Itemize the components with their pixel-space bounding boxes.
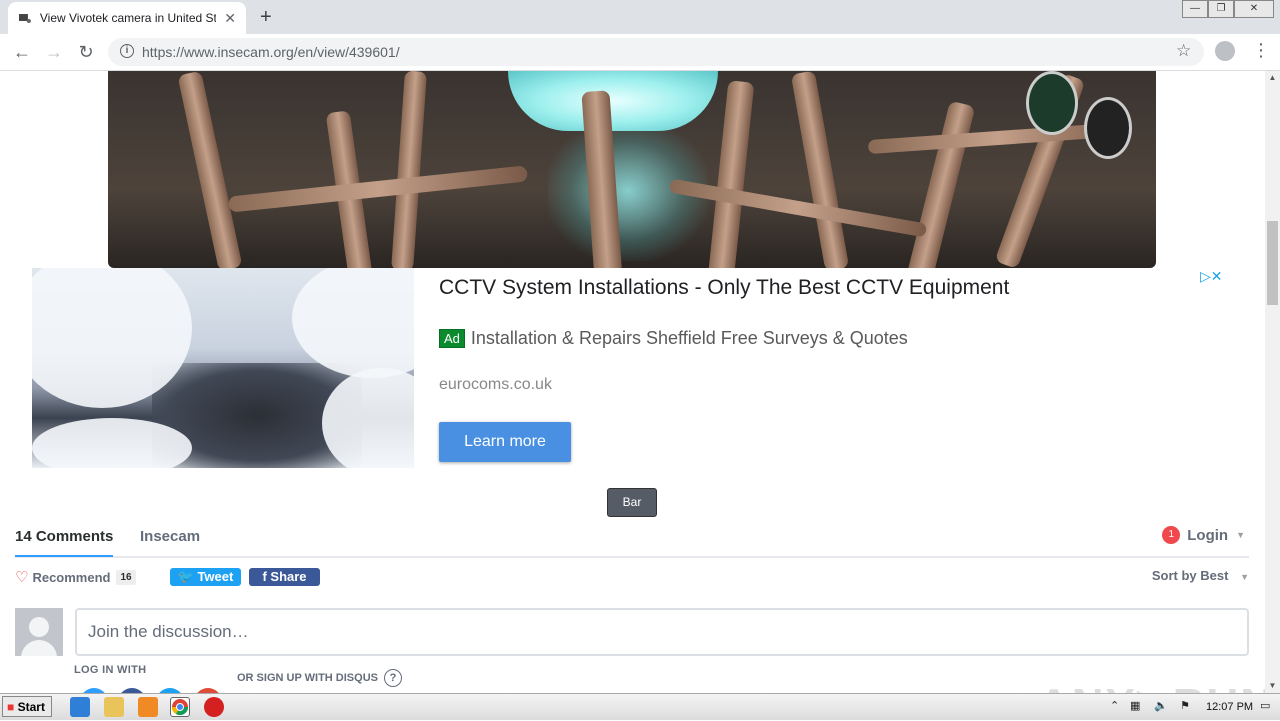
help-icon[interactable]: ?	[383, 669, 402, 687]
tweet-button[interactable]: 🐦 Tweet	[170, 568, 241, 586]
adchoices-icon[interactable]: ▷✕	[1200, 268, 1223, 285]
file-explorer-icon[interactable]	[104, 697, 124, 717]
login-menu[interactable]: 1 Login ▼	[1162, 526, 1245, 544]
ad-domain[interactable]: eurocoms.co.uk	[439, 376, 552, 394]
ad-badge: Ad	[439, 329, 465, 348]
watermark: ANY▷RUN	[1038, 679, 1265, 693]
forward-icon[interactable]: →	[42, 40, 66, 64]
recommend-label: Recommend	[32, 569, 111, 585]
reload-icon[interactable]: ↻	[74, 40, 98, 64]
profile-avatar-icon[interactable]	[1215, 41, 1235, 61]
volume-icon[interactable]: 🔈	[1154, 699, 1168, 712]
clock[interactable]: 12:07 PM	[1206, 701, 1253, 713]
start-button[interactable]: ■ Start	[2, 696, 52, 717]
tab-insecam[interactable]: Insecam	[140, 528, 200, 545]
ad-description-line: Ad Installation & Repairs Sheffield Free…	[439, 328, 908, 349]
page-viewport: CCTV System Installations - Only The Bes…	[0, 71, 1265, 693]
security-alert-icon[interactable]	[204, 697, 224, 717]
camera-favicon-icon	[18, 14, 31, 23]
back-icon[interactable]: ←	[10, 40, 34, 64]
page-scrollbar[interactable]: ▲ ▼	[1265, 71, 1280, 693]
url-path: /en/view/439601/	[293, 44, 400, 60]
internet-explorer-icon[interactable]	[70, 697, 90, 717]
ad-title[interactable]: CCTV System Installations - Only The Bes…	[439, 276, 1009, 300]
login-link[interactable]: Login	[1187, 527, 1228, 544]
learn-more-button[interactable]: Learn more	[439, 422, 571, 462]
browser-tab[interactable]: View Vivotek camera in United States ✕	[8, 2, 246, 34]
disqus-nav: 14 Comments Insecam 1 Login ▼	[15, 516, 1249, 558]
camera-feed-image	[108, 71, 1156, 268]
chevron-down-icon: ▼	[1240, 572, 1249, 582]
network-icon[interactable]: ▦	[1130, 699, 1140, 712]
sort-dropdown[interactable]: Sort by Best ▼	[1152, 568, 1249, 583]
share-button[interactable]: f Share	[249, 568, 320, 586]
heart-icon: ♡	[15, 569, 29, 586]
signup-disqus-label[interactable]: OR SIGN UP WITH DISQUS ?	[237, 669, 402, 687]
flag-icon[interactable]: ⚑	[1180, 699, 1190, 712]
restore-window-button[interactable]: ❐	[1208, 0, 1234, 18]
notification-badge[interactable]: 1	[1162, 526, 1181, 544]
sort-label: Sort by Best	[1151, 568, 1229, 583]
windows-taskbar: ■ Start ⌃ ▦ 🔈 ⚑ 12:07 PM ▭	[0, 693, 1280, 720]
camera-tag-button[interactable]: Bar	[607, 488, 657, 517]
ad-description[interactable]: Installation & Repairs Sheffield Free Su…	[471, 328, 908, 349]
chevron-down-icon[interactable]: ▼	[1236, 530, 1245, 540]
tab-strip: View Vivotek camera in United States ✕ +…	[0, 0, 1280, 34]
site-info-icon[interactable]: i	[120, 44, 134, 58]
browser-menu-icon[interactable]: ⋮	[1252, 40, 1270, 61]
tab-comments[interactable]: 14 Comments	[15, 528, 114, 557]
recommend-button[interactable]: ♡ Recommend 16	[15, 568, 136, 586]
browser-toolbar: ← → ↻ i https://www.insecam.org /en/view…	[0, 34, 1280, 71]
twitter-icon: 🐦	[177, 569, 198, 584]
chrome-taskbar-icon[interactable]	[170, 697, 190, 717]
address-bar[interactable]: i https://www.insecam.org /en/view/43960…	[108, 38, 1204, 66]
show-desktop-icon[interactable]: ▭	[1260, 699, 1270, 712]
scroll-up-icon[interactable]: ▲	[1265, 71, 1280, 85]
login-with-label: LOG IN WITH	[74, 664, 147, 676]
scroll-down-icon[interactable]: ▼	[1265, 679, 1280, 693]
comment-input[interactable]: Join the discussion…	[75, 608, 1249, 656]
start-label: Start	[17, 700, 45, 714]
signup-label: OR SIGN UP WITH DISQUS	[237, 672, 378, 684]
close-window-button[interactable]: ✕	[1234, 0, 1274, 18]
tab-close-icon[interactable]: ✕	[224, 10, 236, 27]
tab-title: View Vivotek camera in United States	[39, 11, 217, 25]
bookmark-star-icon[interactable]: ☆	[1176, 41, 1191, 61]
minimize-window-button[interactable]: —	[1182, 0, 1208, 18]
tweet-label: Tweet	[197, 569, 234, 584]
windows-logo-icon: ■	[7, 700, 15, 714]
url-host: https://www.insecam.org	[142, 44, 294, 60]
ad-image[interactable]	[32, 268, 414, 468]
comment-actions: ♡ Recommend 16 🐦 Tweet f Share Sort by B…	[15, 568, 1249, 588]
recommend-count: 16	[116, 569, 136, 585]
share-label: Share	[270, 569, 307, 584]
new-tab-button[interactable]: +	[260, 6, 272, 29]
tray-expand-icon[interactable]: ⌃	[1110, 699, 1119, 712]
media-player-icon[interactable]	[138, 697, 158, 717]
scroll-thumb[interactable]	[1267, 221, 1278, 305]
avatar	[15, 608, 63, 656]
